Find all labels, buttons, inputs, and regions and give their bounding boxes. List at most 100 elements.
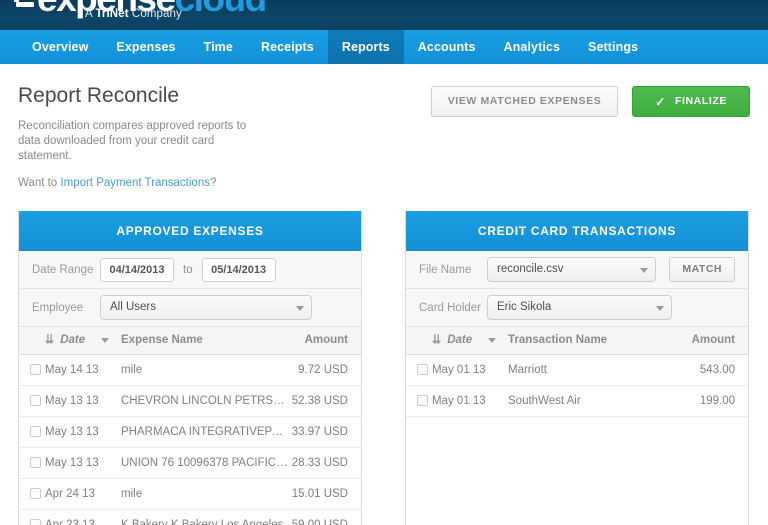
logo-mark-icon [14,0,36,11]
nav-item-settings[interactable]: Settings [574,30,652,64]
credit-card-transactions-panel: CREDIT CARD TRANSACTIONS File Name recon… [405,211,749,525]
row-amount: 15.01 USD [290,478,361,509]
chevron-down-icon [488,338,496,343]
row-checkbox-cell [406,354,432,385]
row-checkbox-cell [19,509,45,525]
row-name: UNION 76 10096378 PACIFIC PAL [121,447,290,478]
row-amount: 33.97 USD [290,416,361,447]
sort-descending-icon: ⇊ [432,334,441,347]
nav-item-reports[interactable]: Reports [328,30,404,64]
row-name: mile [121,354,290,385]
brand-header: expense cloud A TriNet Company [0,0,768,30]
table-row[interactable]: May 13 13UNION 76 10096378 PACIFIC PAL28… [19,447,361,478]
table-row[interactable]: May 01 13SouthWest Air199.00 [406,385,748,416]
nav-item-accounts[interactable]: Accounts [404,30,490,64]
import-payment-transactions-link[interactable]: Import Payment Transactions [60,177,210,189]
table-header-row: ⇊ Date Expense Name Amount [19,327,361,354]
row-amount: 9.72 USD [290,354,361,385]
date-column-header[interactable]: ⇊ Date [432,327,508,354]
row-amount: 28.33 USD [290,447,361,478]
row-amount: 52.38 USD [290,385,361,416]
row-checkbox[interactable] [417,395,428,406]
file-name-select[interactable]: reconcile.csv [487,257,656,282]
row-date: May 13 13 [45,416,121,447]
row-checkbox-cell [19,354,45,385]
date-range-separator: to [183,264,193,276]
approved-expenses-rows: May 14 13mile9.72 USDMay 13 13CHEVRON LI… [19,354,361,525]
row-date: May 14 13 [45,354,121,385]
date-range-label: Date Range [32,264,100,276]
nav-item-receipts[interactable]: Receipts [247,30,328,64]
check-icon: ✓ [655,96,666,108]
row-name: SouthWest Air [508,385,661,416]
tagline-suffix: Company [129,8,182,20]
table-row[interactable]: May 13 13CHEVRON LINCOLN PETRSANTA…52.38… [19,385,361,416]
row-name: CHEVRON LINCOLN PETRSANTA… [121,385,290,416]
view-matched-expenses-button[interactable]: VIEW MATCHED EXPENSES [431,86,619,117]
file-name-label: File Name [419,264,487,276]
amount-column-header[interactable]: Amount [290,327,361,354]
row-date: May 13 13 [45,447,121,478]
row-date: Apr 24 13 [45,478,121,509]
card-holder-select[interactable]: Eric Sikola [487,295,672,320]
row-checkbox[interactable] [30,457,41,468]
row-name: mile [121,478,290,509]
table-row[interactable]: May 01 13Marriott543.00 [406,354,748,385]
employee-select[interactable]: All Users [100,295,312,320]
nav-item-analytics[interactable]: Analytics [490,30,574,64]
chevron-down-icon [101,338,109,343]
page-actions: VIEW MATCHED EXPENSES ✓ FINALIZE [431,86,750,117]
match-button[interactable]: MATCH [669,257,735,282]
row-checkbox[interactable] [30,426,41,437]
approved-expenses-panel: APPROVED EXPENSES Date Range 04/14/2013 … [18,211,362,525]
row-name: K Bakery K Bakery Los Angeles [121,509,290,525]
import-prompt-prefix: Want to [18,177,60,189]
row-checkbox[interactable] [30,519,41,525]
transaction-name-column-header[interactable]: Transaction Name [508,327,661,354]
row-checkbox[interactable] [30,364,41,375]
import-prompt-suffix: ? [210,177,216,189]
amount-column-header[interactable]: Amount [661,327,748,354]
date-column-header[interactable]: ⇊ Date [45,327,121,354]
table-row[interactable]: May 14 13mile9.72 USD [19,354,361,385]
row-name: PHARMACA INTEGRATIVEPACIFI… [121,416,290,447]
credit-card-transactions-rows: May 01 13Marriott543.00May 01 13SouthWes… [406,354,748,416]
chevron-down-icon [640,268,648,273]
card-holder-filter-row: Card Holder Eric Sikola [406,289,748,327]
row-checkbox-cell [19,478,45,509]
reconcile-panels: APPROVED EXPENSES Date Range 04/14/2013 … [18,211,750,525]
row-checkbox[interactable] [30,395,41,406]
row-checkbox[interactable] [30,488,41,499]
date-from-input[interactable]: 04/14/2013 [100,258,174,282]
row-amount: 543.00 [661,354,748,385]
main-navigation: OverviewExpensesTimeReceiptsReportsAccou… [0,30,768,64]
approved-expenses-title: APPROVED EXPENSES [19,211,361,251]
table-row[interactable]: May 13 13PHARMACA INTEGRATIVEPACIFI…33.9… [19,416,361,447]
row-name: Marriott [508,354,661,385]
row-checkbox-cell [19,385,45,416]
row-checkbox-cell [406,385,432,416]
row-date: May 13 13 [45,385,121,416]
page-content: Report Reconcile Reconciliation compares… [0,64,768,525]
row-amount: 199.00 [661,385,748,416]
expense-name-column-header[interactable]: Expense Name [121,327,290,354]
credit-card-transactions-table: ⇊ Date Transaction Name Amount May 01 13… [406,327,748,417]
finalize-button[interactable]: ✓ FINALIZE [632,86,750,117]
chevron-down-icon [296,306,304,311]
date-to-input[interactable]: 05/14/2013 [202,258,276,282]
table-row[interactable]: Apr 23 13K Bakery K Bakery Los Angeles59… [19,509,361,525]
row-checkbox[interactable] [417,364,428,375]
employee-filter-row: Employee All Users [19,289,361,327]
tagline-bold: TriNet [95,8,128,20]
employee-label: Employee [32,302,100,314]
tagline-prefix: A [85,8,95,20]
nav-item-overview[interactable]: Overview [18,30,102,64]
select-all-header [406,327,432,354]
credit-card-transactions-title: CREDIT CARD TRANSACTIONS [406,211,748,251]
row-date: May 01 13 [432,354,508,385]
page-description: Reconciliation compares approved reports… [18,119,268,164]
finalize-button-label: FINALIZE [675,87,727,116]
table-row[interactable]: Apr 24 13mile15.01 USD [19,478,361,509]
nav-item-expenses[interactable]: Expenses [102,30,189,64]
nav-item-time[interactable]: Time [190,30,247,64]
